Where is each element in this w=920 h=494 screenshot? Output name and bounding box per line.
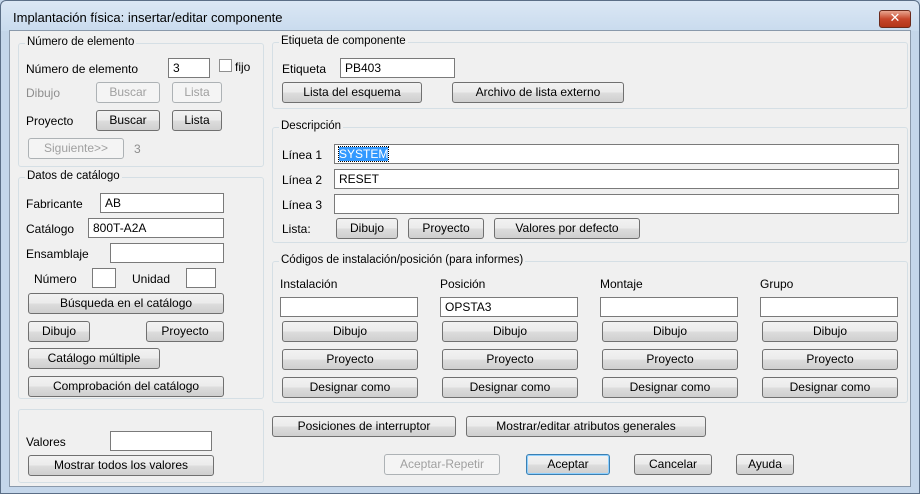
catalog-label: Catálogo xyxy=(26,222,75,236)
position-designate-button[interactable]: Designar como xyxy=(442,377,578,398)
catalog-number-input[interactable] xyxy=(92,268,116,288)
position-drawing-button[interactable]: Dibujo xyxy=(442,321,578,342)
group-title: Códigos de instalación/posición (para in… xyxy=(279,254,526,266)
group-title: Número de elemento xyxy=(25,36,137,48)
group-label: Grupo xyxy=(760,277,794,291)
assembly-label: Ensamblaje xyxy=(26,247,89,261)
mounting-designate-button[interactable]: Designar como xyxy=(602,377,738,398)
help-button[interactable]: Ayuda xyxy=(736,454,794,475)
group-project-button[interactable]: Proyecto xyxy=(762,349,898,370)
mounting-drawing-button[interactable]: Dibujo xyxy=(602,321,738,342)
element-number-label: Número de elemento xyxy=(26,62,139,76)
default-values-button[interactable]: Valores por defecto xyxy=(494,218,640,239)
line1-label: Línea 1 xyxy=(282,148,323,162)
mounting-input[interactable] xyxy=(600,297,738,317)
assembly-input[interactable] xyxy=(110,243,224,263)
group-title: Datos de catálogo xyxy=(25,170,122,182)
multiple-catalog-button[interactable]: Catálogo múltiple xyxy=(28,348,160,369)
description-drawing-button[interactable]: Dibujo xyxy=(336,218,398,239)
unit-label: Unidad xyxy=(132,272,171,286)
drawing-label: Dibujo xyxy=(26,86,61,100)
installation-designate-button[interactable]: Designar como xyxy=(282,377,418,398)
element-number-input[interactable]: 3 xyxy=(168,58,210,78)
position-label: Posición xyxy=(440,277,486,291)
fixed-label: fijo xyxy=(235,60,251,74)
tag-input[interactable]: PB403 xyxy=(340,58,455,78)
line2-label: Línea 2 xyxy=(282,173,323,187)
dialog-body: Número de elemento Número de elemento 3 … xyxy=(9,30,911,487)
external-list-button[interactable]: Archivo de lista externo xyxy=(452,82,624,103)
line1-selected-text: SYSTEM xyxy=(337,146,390,162)
installation-label: Instalación xyxy=(280,277,338,291)
drawing-list-button[interactable]: Lista xyxy=(172,82,222,103)
accept-button[interactable]: Aceptar xyxy=(526,454,610,475)
group-drawing-button[interactable]: Dibujo xyxy=(762,321,898,342)
mounting-label: Montaje xyxy=(600,277,643,291)
catalog-check-button[interactable]: Comprobación del catálogo xyxy=(28,376,224,397)
mounting-project-button[interactable]: Proyecto xyxy=(602,349,738,370)
values-input[interactable] xyxy=(110,431,212,451)
show-all-values-button[interactable]: Mostrar todos los valores xyxy=(28,455,214,476)
close-icon: ✕ xyxy=(889,11,901,26)
catalog-input[interactable]: 800T-A2A xyxy=(88,218,224,238)
drawing-search-button[interactable]: Buscar xyxy=(96,82,160,103)
next-button[interactable]: Siguiente>> xyxy=(28,138,124,159)
values-label: Valores xyxy=(26,435,66,449)
cancel-button[interactable]: Cancelar xyxy=(634,454,712,475)
manufacturer-input[interactable]: AB xyxy=(100,193,224,213)
next-value: 3 xyxy=(134,142,141,156)
position-input[interactable]: OPSTA3 xyxy=(440,297,578,317)
manufacturer-label: Fabricante xyxy=(26,197,83,211)
accept-repeat-button[interactable]: Aceptar-Repetir xyxy=(384,454,500,475)
project-label: Proyecto xyxy=(26,114,74,128)
group-input[interactable] xyxy=(760,297,898,317)
tag-label: Etiqueta xyxy=(282,62,327,76)
line3-label: Línea 3 xyxy=(282,198,323,212)
catalog-drawing-button[interactable]: Dibujo xyxy=(28,321,90,342)
description-project-button[interactable]: Proyecto xyxy=(408,218,484,239)
group-designate-button[interactable]: Designar como xyxy=(762,377,898,398)
switch-positions-button[interactable]: Posiciones de interruptor xyxy=(272,416,456,437)
catalog-project-button[interactable]: Proyecto xyxy=(146,321,224,342)
list-label: Lista: xyxy=(282,222,311,236)
schematic-list-button[interactable]: Lista del esquema xyxy=(282,82,422,103)
window-title: Implantación física: insertar/editar com… xyxy=(13,10,283,25)
line1-input[interactable]: SYSTEM xyxy=(334,144,899,164)
close-button[interactable]: ✕ xyxy=(879,10,911,28)
general-attributes-button[interactable]: Mostrar/editar atributos generales xyxy=(466,416,706,437)
group-title: Descripción xyxy=(279,120,344,132)
position-project-button[interactable]: Proyecto xyxy=(442,349,578,370)
project-search-button[interactable]: Buscar xyxy=(96,110,160,131)
project-list-button[interactable]: Lista xyxy=(172,110,222,131)
catalog-lookup-button[interactable]: Búsqueda en el catálogo xyxy=(28,293,224,314)
line3-input[interactable] xyxy=(334,194,899,214)
installation-project-button[interactable]: Proyecto xyxy=(282,349,418,370)
fixed-checkbox[interactable] xyxy=(219,59,232,72)
line2-input[interactable]: RESET xyxy=(334,169,899,189)
dialog-window: Implantación física: insertar/editar com… xyxy=(0,0,920,494)
installation-drawing-button[interactable]: Dibujo xyxy=(282,321,418,342)
installation-input[interactable] xyxy=(280,297,418,317)
catalog-number-label: Número xyxy=(34,272,77,286)
unit-input[interactable] xyxy=(186,268,216,288)
group-title: Etiqueta de componente xyxy=(279,35,408,47)
